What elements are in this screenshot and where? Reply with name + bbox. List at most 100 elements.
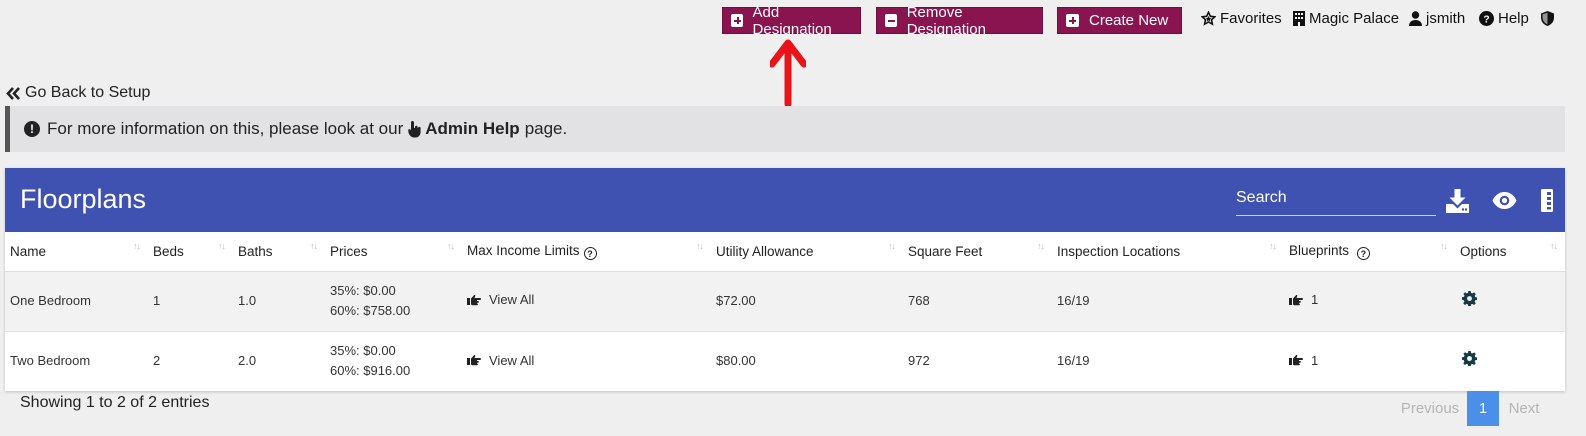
- add-designation-button[interactable]: Add Designation: [722, 4, 861, 38]
- header-label: Options: [1460, 243, 1507, 259]
- download-icon[interactable]: [1446, 189, 1469, 213]
- cell-utility: $72.00: [711, 271, 903, 331]
- column-header-blueprints[interactable]: Blueprints ? ↑↓: [1284, 232, 1455, 272]
- panel-title: Floorplans: [20, 184, 147, 214]
- header-label: Inspection Locations: [1057, 243, 1181, 259]
- blueprints-count: 1: [1311, 292, 1319, 308]
- cell-income: View All: [462, 271, 711, 331]
- sort-icon: ↑↓: [1550, 241, 1558, 251]
- user-label: jsmith: [1426, 10, 1466, 27]
- property-link[interactable]: Magic Palace: [1293, 10, 1399, 27]
- header-label: Square Feet: [908, 243, 983, 259]
- info-text-suffix: page.: [524, 119, 568, 138]
- header-label: Baths: [238, 243, 273, 259]
- view-all-label: View All: [489, 352, 535, 368]
- cell-options: [1455, 330, 1565, 391]
- building-icon: [1293, 11, 1305, 26]
- blueprints-link[interactable]: 1: [1289, 290, 1318, 310]
- sort-icon: ↑↓: [447, 241, 455, 251]
- column-header-inspection-locations[interactable]: Inspection Locations ↑↓: [1052, 232, 1284, 272]
- cell-sqft: 972: [903, 330, 1052, 391]
- previous-page-button[interactable]: Previous: [1398, 391, 1462, 426]
- question-circle-icon: ?: [1479, 11, 1494, 26]
- minus-square-icon: [885, 14, 897, 27]
- sort-icon: ↑↓: [1440, 241, 1448, 251]
- favorites-label: Favorites: [1220, 10, 1282, 27]
- cell-inspection: 16/19: [1052, 271, 1284, 331]
- header-label: Blueprints: [1289, 242, 1350, 258]
- header-label: Name: [10, 243, 47, 259]
- cell-utility: $80.00: [711, 330, 903, 391]
- blueprints-count: 1: [1311, 352, 1319, 368]
- cell-baths: 1.0: [233, 271, 325, 331]
- admin-help-link[interactable]: Admin Help: [425, 119, 519, 139]
- help-label: Help: [1498, 10, 1529, 27]
- columns-icon[interactable]: [1541, 189, 1553, 212]
- info-text-prefix: For more information on this, please loo…: [47, 119, 404, 138]
- cell-income: View All: [462, 330, 711, 391]
- column-header-baths[interactable]: Baths ↑↓: [233, 232, 325, 272]
- table-row: One Bedroom 1 1.0 35%: $0.00 60%: $758.00…: [5, 271, 1565, 331]
- column-header-utility-allowance[interactable]: Utility Allowance ↑↓: [711, 232, 903, 272]
- go-back-label: Go Back to Setup: [25, 84, 151, 101]
- help-link[interactable]: ? Help: [1479, 10, 1529, 27]
- next-page-button[interactable]: Next: [1503, 391, 1545, 426]
- cell-options: [1455, 271, 1565, 331]
- exclamation-circle-icon: !: [24, 121, 40, 137]
- cell-sqft: 768: [903, 271, 1052, 331]
- header-label: Utility Allowance: [716, 243, 814, 259]
- floorplans-table: Name ↑↓ Beds ↑↓ Baths ↑↓ Prices ↑↓ Max Incom…: [5, 232, 1565, 391]
- view-all-label: View All: [489, 292, 535, 308]
- svg-text:?: ?: [1483, 14, 1489, 25]
- cell-prices: 35%: $0.00 60%: $758.00: [325, 271, 462, 331]
- favorites-link[interactable]: Favorites: [1201, 10, 1282, 27]
- sort-icon: ↑↓: [1269, 241, 1277, 251]
- column-header-square-feet[interactable]: Square Feet ↑↓: [903, 232, 1052, 272]
- hand-point-right-icon: [467, 294, 481, 306]
- view-all-link[interactable]: View All: [467, 290, 534, 310]
- header-label: Beds: [153, 243, 184, 259]
- create-new-label: Create New: [1089, 12, 1169, 29]
- user-icon: [1409, 11, 1422, 26]
- blueprints-link[interactable]: 1: [1289, 351, 1318, 371]
- price-line: 60%: $916.00: [330, 363, 411, 379]
- header-label: Max Income Limits: [467, 242, 580, 258]
- gear-icon[interactable]: [1462, 290, 1478, 306]
- view-all-link[interactable]: View All: [467, 351, 534, 371]
- cell-name: One Bedroom: [5, 271, 148, 331]
- go-back-link[interactable]: Go Back to Setup: [6, 84, 150, 102]
- cell-beds: 2: [148, 330, 233, 391]
- plus-square-icon: [1066, 14, 1079, 27]
- cell-blueprints: 1: [1284, 271, 1455, 331]
- column-header-beds[interactable]: Beds ↑↓: [148, 232, 233, 272]
- cell-beds: 1: [148, 271, 233, 331]
- column-header-name[interactable]: Name ↑↓: [5, 232, 148, 272]
- shield-button[interactable]: [1541, 11, 1554, 26]
- question-circle-icon[interactable]: ?: [1356, 247, 1370, 260]
- price-line: 35%: $0.00: [330, 343, 396, 359]
- page-1-button[interactable]: 1: [1467, 391, 1499, 426]
- panel-header: Floorplans Search: [5, 168, 1565, 232]
- column-header-prices[interactable]: Prices ↑↓: [325, 232, 462, 272]
- remove-designation-button[interactable]: Remove Designation: [876, 4, 1043, 38]
- search-input[interactable]: Search: [1236, 185, 1436, 216]
- sort-icon: ↑↓: [310, 241, 318, 251]
- info-alert: ! For more information on this, please l…: [5, 106, 1565, 152]
- user-menu[interactable]: jsmith: [1409, 10, 1465, 27]
- price-line: 35%: $0.00: [330, 283, 396, 298]
- table-header-row: Name ↑↓ Beds ↑↓ Baths ↑↓ Prices ↑↓ Max Incom…: [5, 232, 1565, 272]
- column-header-max-income-limits[interactable]: Max Income Limits? ↑↓: [462, 232, 711, 272]
- sort-icon: ↑↓: [218, 241, 226, 251]
- hand-point-right-icon: [1289, 294, 1303, 306]
- property-label: Magic Palace: [1309, 10, 1400, 27]
- create-new-button[interactable]: Create New: [1057, 7, 1182, 34]
- gear-icon[interactable]: [1462, 350, 1478, 367]
- cell-baths: 2.0: [233, 330, 325, 391]
- column-header-options[interactable]: Options ↑↓: [1455, 232, 1565, 272]
- star-icon: [1201, 11, 1216, 26]
- hand-point-right-icon: [1289, 355, 1303, 366]
- question-circle-icon[interactable]: ?: [583, 247, 597, 260]
- cell-inspection: 16/19: [1052, 330, 1284, 391]
- plus-square-icon: [731, 14, 743, 27]
- eye-icon[interactable]: [1492, 192, 1517, 209]
